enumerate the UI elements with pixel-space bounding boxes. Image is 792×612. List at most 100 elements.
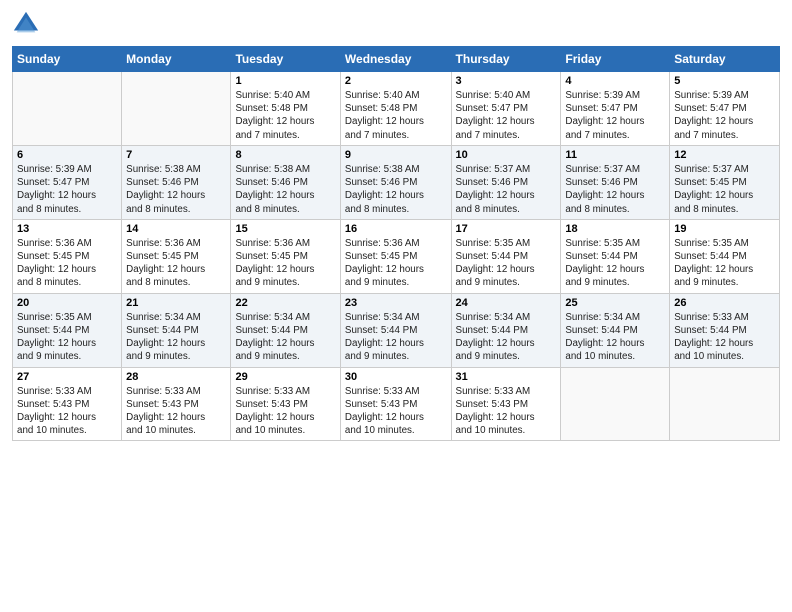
- day-info: Sunrise: 5:33 AM Sunset: 5:43 PM Dayligh…: [17, 385, 117, 438]
- day-number: 7: [126, 149, 226, 161]
- day-number: 17: [456, 223, 557, 235]
- calendar-cell: 26 Sunrise: 5:33 AM Sunset: 5:44 PM Dayli…: [670, 293, 780, 367]
- day-info: Sunrise: 5:35 AM Sunset: 5:44 PM Dayligh…: [17, 311, 117, 364]
- day-info: Sunrise: 5:38 AM Sunset: 5:46 PM Dayligh…: [126, 163, 226, 216]
- weekday-header-cell: Monday: [122, 47, 231, 72]
- calendar-cell: [561, 367, 670, 441]
- day-number: 10: [456, 149, 557, 161]
- day-number: 3: [456, 75, 557, 87]
- day-number: 5: [674, 75, 775, 87]
- day-number: 30: [345, 371, 447, 383]
- calendar-cell: 4 Sunrise: 5:39 AM Sunset: 5:47 PM Daylig…: [561, 72, 670, 146]
- calendar-cell: [122, 72, 231, 146]
- calendar-cell: 1 Sunrise: 5:40 AM Sunset: 5:48 PM Daylig…: [231, 72, 340, 146]
- day-number: 27: [17, 371, 117, 383]
- day-info: Sunrise: 5:35 AM Sunset: 5:44 PM Dayligh…: [565, 237, 665, 290]
- calendar-cell: [670, 367, 780, 441]
- day-info: Sunrise: 5:38 AM Sunset: 5:46 PM Dayligh…: [345, 163, 447, 216]
- calendar-cell: [13, 72, 122, 146]
- day-number: 4: [565, 75, 665, 87]
- calendar-cell: 17Sunrise: 5:35 AM Sunset: 5:44 PM Dayli…: [451, 219, 561, 293]
- day-number: 11: [565, 149, 665, 161]
- calendar-cell: 21 Sunrise: 5:34 AM Sunset: 5:44 PM Dayli…: [122, 293, 231, 367]
- calendar-cell: 2 Sunrise: 5:40 AM Sunset: 5:48 PM Daylig…: [340, 72, 451, 146]
- calendar-week-row: 1 Sunrise: 5:40 AM Sunset: 5:48 PM Daylig…: [13, 72, 780, 146]
- day-number: 8: [235, 149, 335, 161]
- calendar-cell: 23Sunrise: 5:34 AM Sunset: 5:44 PM Dayli…: [340, 293, 451, 367]
- day-number: 13: [17, 223, 117, 235]
- day-number: 16: [345, 223, 447, 235]
- calendar-body: 1 Sunrise: 5:40 AM Sunset: 5:48 PM Daylig…: [13, 72, 780, 441]
- day-info: Sunrise: 5:36 AM Sunset: 5:45 PM Dayligh…: [345, 237, 447, 290]
- day-info: Sunrise: 5:40 AM Sunset: 5:48 PM Dayligh…: [345, 89, 447, 142]
- calendar-week-row: 20 Sunrise: 5:35 AM Sunset: 5:44 PM Dayli…: [13, 293, 780, 367]
- day-info: Sunrise: 5:40 AM Sunset: 5:47 PM Dayligh…: [456, 89, 557, 142]
- logo-icon: [12, 10, 40, 38]
- calendar-cell: 12Sunrise: 5:37 AM Sunset: 5:45 PM Dayli…: [670, 145, 780, 219]
- calendar-cell: 22 Sunrise: 5:34 AM Sunset: 5:44 PM Dayli…: [231, 293, 340, 367]
- day-number: 29: [235, 371, 335, 383]
- day-info: Sunrise: 5:40 AM Sunset: 5:48 PM Dayligh…: [235, 89, 335, 142]
- day-number: 1: [235, 75, 335, 87]
- calendar-cell: 18 Sunrise: 5:35 AM Sunset: 5:44 PM Dayli…: [561, 219, 670, 293]
- calendar-cell: 19Sunrise: 5:35 AM Sunset: 5:44 PM Dayli…: [670, 219, 780, 293]
- weekday-header-cell: Tuesday: [231, 47, 340, 72]
- day-number: 25: [565, 297, 665, 309]
- weekday-header-cell: Wednesday: [340, 47, 451, 72]
- day-number: 2: [345, 75, 447, 87]
- day-number: 26: [674, 297, 775, 309]
- calendar-cell: 10Sunrise: 5:37 AM Sunset: 5:46 PM Dayli…: [451, 145, 561, 219]
- day-number: 23: [345, 297, 447, 309]
- weekday-header-cell: Sunday: [13, 47, 122, 72]
- calendar-cell: 11Sunrise: 5:37 AM Sunset: 5:46 PM Dayli…: [561, 145, 670, 219]
- page-container: SundayMondayTuesdayWednesdayThursdayFrid…: [0, 0, 792, 449]
- day-info: Sunrise: 5:34 AM Sunset: 5:44 PM Dayligh…: [126, 311, 226, 364]
- calendar-cell: 31Sunrise: 5:33 AM Sunset: 5:43 PM Dayli…: [451, 367, 561, 441]
- calendar-cell: 5Sunrise: 5:39 AM Sunset: 5:47 PM Daylig…: [670, 72, 780, 146]
- day-info: Sunrise: 5:34 AM Sunset: 5:44 PM Dayligh…: [235, 311, 335, 364]
- calendar-cell: 30 Sunrise: 5:33 AM Sunset: 5:43 PM Dayli…: [340, 367, 451, 441]
- weekday-header-cell: Saturday: [670, 47, 780, 72]
- day-info: Sunrise: 5:33 AM Sunset: 5:43 PM Dayligh…: [345, 385, 447, 438]
- calendar-cell: 20 Sunrise: 5:35 AM Sunset: 5:44 PM Dayli…: [13, 293, 122, 367]
- day-number: 21: [126, 297, 226, 309]
- calendar-cell: 29 Sunrise: 5:33 AM Sunset: 5:43 PM Dayli…: [231, 367, 340, 441]
- day-number: 24: [456, 297, 557, 309]
- day-number: 18: [565, 223, 665, 235]
- calendar-cell: 24 Sunrise: 5:34 AM Sunset: 5:44 PM Dayli…: [451, 293, 561, 367]
- weekday-header-cell: Thursday: [451, 47, 561, 72]
- day-info: Sunrise: 5:36 AM Sunset: 5:45 PM Dayligh…: [126, 237, 226, 290]
- calendar-cell: 3 Sunrise: 5:40 AM Sunset: 5:47 PM Daylig…: [451, 72, 561, 146]
- calendar-cell: 14 Sunrise: 5:36 AM Sunset: 5:45 PM Dayli…: [122, 219, 231, 293]
- calendar-cell: 8 Sunrise: 5:38 AM Sunset: 5:46 PM Daylig…: [231, 145, 340, 219]
- day-number: 22: [235, 297, 335, 309]
- day-number: 6: [17, 149, 117, 161]
- day-number: 15: [235, 223, 335, 235]
- day-info: Sunrise: 5:39 AM Sunset: 5:47 PM Dayligh…: [565, 89, 665, 142]
- day-number: 9: [345, 149, 447, 161]
- calendar-week-row: 6 Sunrise: 5:39 AM Sunset: 5:47 PM Daylig…: [13, 145, 780, 219]
- day-info: Sunrise: 5:36 AM Sunset: 5:45 PM Dayligh…: [17, 237, 117, 290]
- day-info: Sunrise: 5:38 AM Sunset: 5:46 PM Dayligh…: [235, 163, 335, 216]
- day-info: Sunrise: 5:33 AM Sunset: 5:43 PM Dayligh…: [126, 385, 226, 438]
- calendar-cell: 9 Sunrise: 5:38 AM Sunset: 5:46 PM Daylig…: [340, 145, 451, 219]
- calendar-cell: 27 Sunrise: 5:33 AM Sunset: 5:43 PM Dayli…: [13, 367, 122, 441]
- day-number: 20: [17, 297, 117, 309]
- day-info: Sunrise: 5:35 AM Sunset: 5:44 PM Dayligh…: [674, 237, 775, 290]
- day-info: Sunrise: 5:33 AM Sunset: 5:44 PM Dayligh…: [674, 311, 775, 364]
- calendar-cell: 28Sunrise: 5:33 AM Sunset: 5:43 PM Dayli…: [122, 367, 231, 441]
- calendar-week-row: 27 Sunrise: 5:33 AM Sunset: 5:43 PM Dayli…: [13, 367, 780, 441]
- day-info: Sunrise: 5:34 AM Sunset: 5:44 PM Dayligh…: [456, 311, 557, 364]
- calendar-week-row: 13 Sunrise: 5:36 AM Sunset: 5:45 PM Dayli…: [13, 219, 780, 293]
- day-number: 14: [126, 223, 226, 235]
- calendar-cell: 16 Sunrise: 5:36 AM Sunset: 5:45 PM Dayli…: [340, 219, 451, 293]
- day-info: Sunrise: 5:39 AM Sunset: 5:47 PM Dayligh…: [17, 163, 117, 216]
- calendar-cell: 13 Sunrise: 5:36 AM Sunset: 5:45 PM Dayli…: [13, 219, 122, 293]
- day-info: Sunrise: 5:33 AM Sunset: 5:43 PM Dayligh…: [235, 385, 335, 438]
- calendar-cell: 15 Sunrise: 5:36 AM Sunset: 5:45 PM Dayli…: [231, 219, 340, 293]
- day-info: Sunrise: 5:36 AM Sunset: 5:45 PM Dayligh…: [235, 237, 335, 290]
- day-info: Sunrise: 5:37 AM Sunset: 5:45 PM Dayligh…: [674, 163, 775, 216]
- calendar-cell: 6 Sunrise: 5:39 AM Sunset: 5:47 PM Daylig…: [13, 145, 122, 219]
- weekday-header-row: SundayMondayTuesdayWednesdayThursdayFrid…: [13, 47, 780, 72]
- calendar-cell: 7 Sunrise: 5:38 AM Sunset: 5:46 PM Daylig…: [122, 145, 231, 219]
